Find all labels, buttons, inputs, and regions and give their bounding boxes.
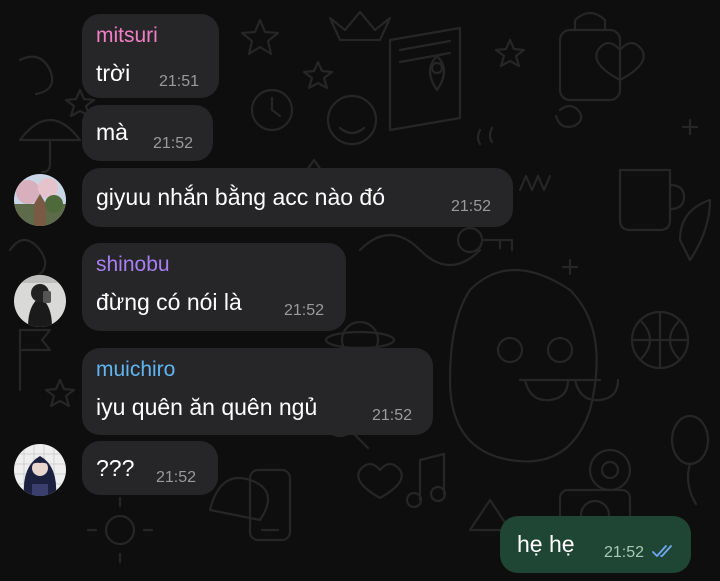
message-text: hẹ hẹ xyxy=(517,531,575,557)
double-check-read-icon xyxy=(651,543,677,564)
message-bubble-6[interactable]: ??? 21:52 xyxy=(82,441,218,495)
message-bubble-5[interactable]: muichiro iyu quên ăn quên ngủ 21:52 xyxy=(82,348,433,435)
message-bubble-3[interactable]: giyuu nhắn bằng acc nào đó 21:52 xyxy=(82,168,513,227)
sender-name[interactable]: mitsuri xyxy=(96,24,158,48)
message-time: 21:52 xyxy=(451,198,492,215)
message-time: 21:52 xyxy=(153,135,194,152)
message-time: 21:52 xyxy=(372,407,413,424)
message-text: đừng có nói là xyxy=(96,289,242,315)
avatar[interactable] xyxy=(14,174,66,226)
message-text: iyu quên ăn quên ngủ xyxy=(96,394,318,420)
message-text: mà xyxy=(96,119,128,145)
message-time: 21:51 xyxy=(159,73,200,90)
avatar[interactable] xyxy=(14,275,66,327)
message-bubble-1[interactable]: mitsuri trời 21:51 xyxy=(82,14,219,98)
message-text: ??? xyxy=(96,455,135,481)
sender-name[interactable]: muichiro xyxy=(96,358,175,382)
message-text: giyuu nhắn bằng acc nào đó xyxy=(96,184,386,210)
message-time: 21:52 xyxy=(284,302,325,319)
message-time: 21:52 xyxy=(604,544,645,561)
message-time: 21:52 xyxy=(156,469,197,486)
message-text: trời xyxy=(96,60,131,86)
message-bubble-outgoing[interactable]: hẹ hẹ 21:52 xyxy=(500,516,691,573)
message-bubble-2[interactable]: mà 21:52 xyxy=(82,105,213,161)
avatar[interactable] xyxy=(14,444,66,496)
sender-name[interactable]: shinobu xyxy=(96,253,170,277)
message-bubble-4[interactable]: shinobu đừng có nói là 21:52 xyxy=(82,243,346,331)
